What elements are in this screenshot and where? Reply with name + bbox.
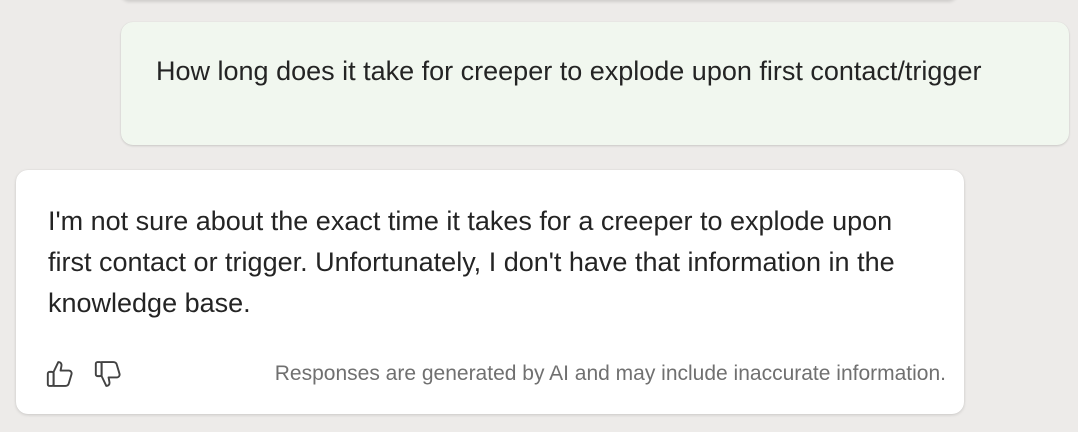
bot-message-text: I'm not sure about the exact time it tak… bbox=[48, 206, 895, 318]
thumbs-down-button[interactable] bbox=[90, 356, 126, 392]
ai-disclaimer: Responses are generated by AI and may in… bbox=[274, 362, 946, 385]
user-message-text: How long does it take for creeper to exp… bbox=[156, 56, 982, 86]
feedback-row: Responses are generated by AI and may in… bbox=[42, 356, 946, 392]
user-message-bubble: How long does it take for creeper to exp… bbox=[121, 22, 1069, 145]
thumbs-down-icon bbox=[94, 361, 121, 387]
thumbs-up-icon bbox=[46, 361, 73, 387]
bot-message-bubble: I'm not sure about the exact time it tak… bbox=[16, 170, 964, 414]
thumbs-up-button[interactable] bbox=[42, 356, 78, 392]
